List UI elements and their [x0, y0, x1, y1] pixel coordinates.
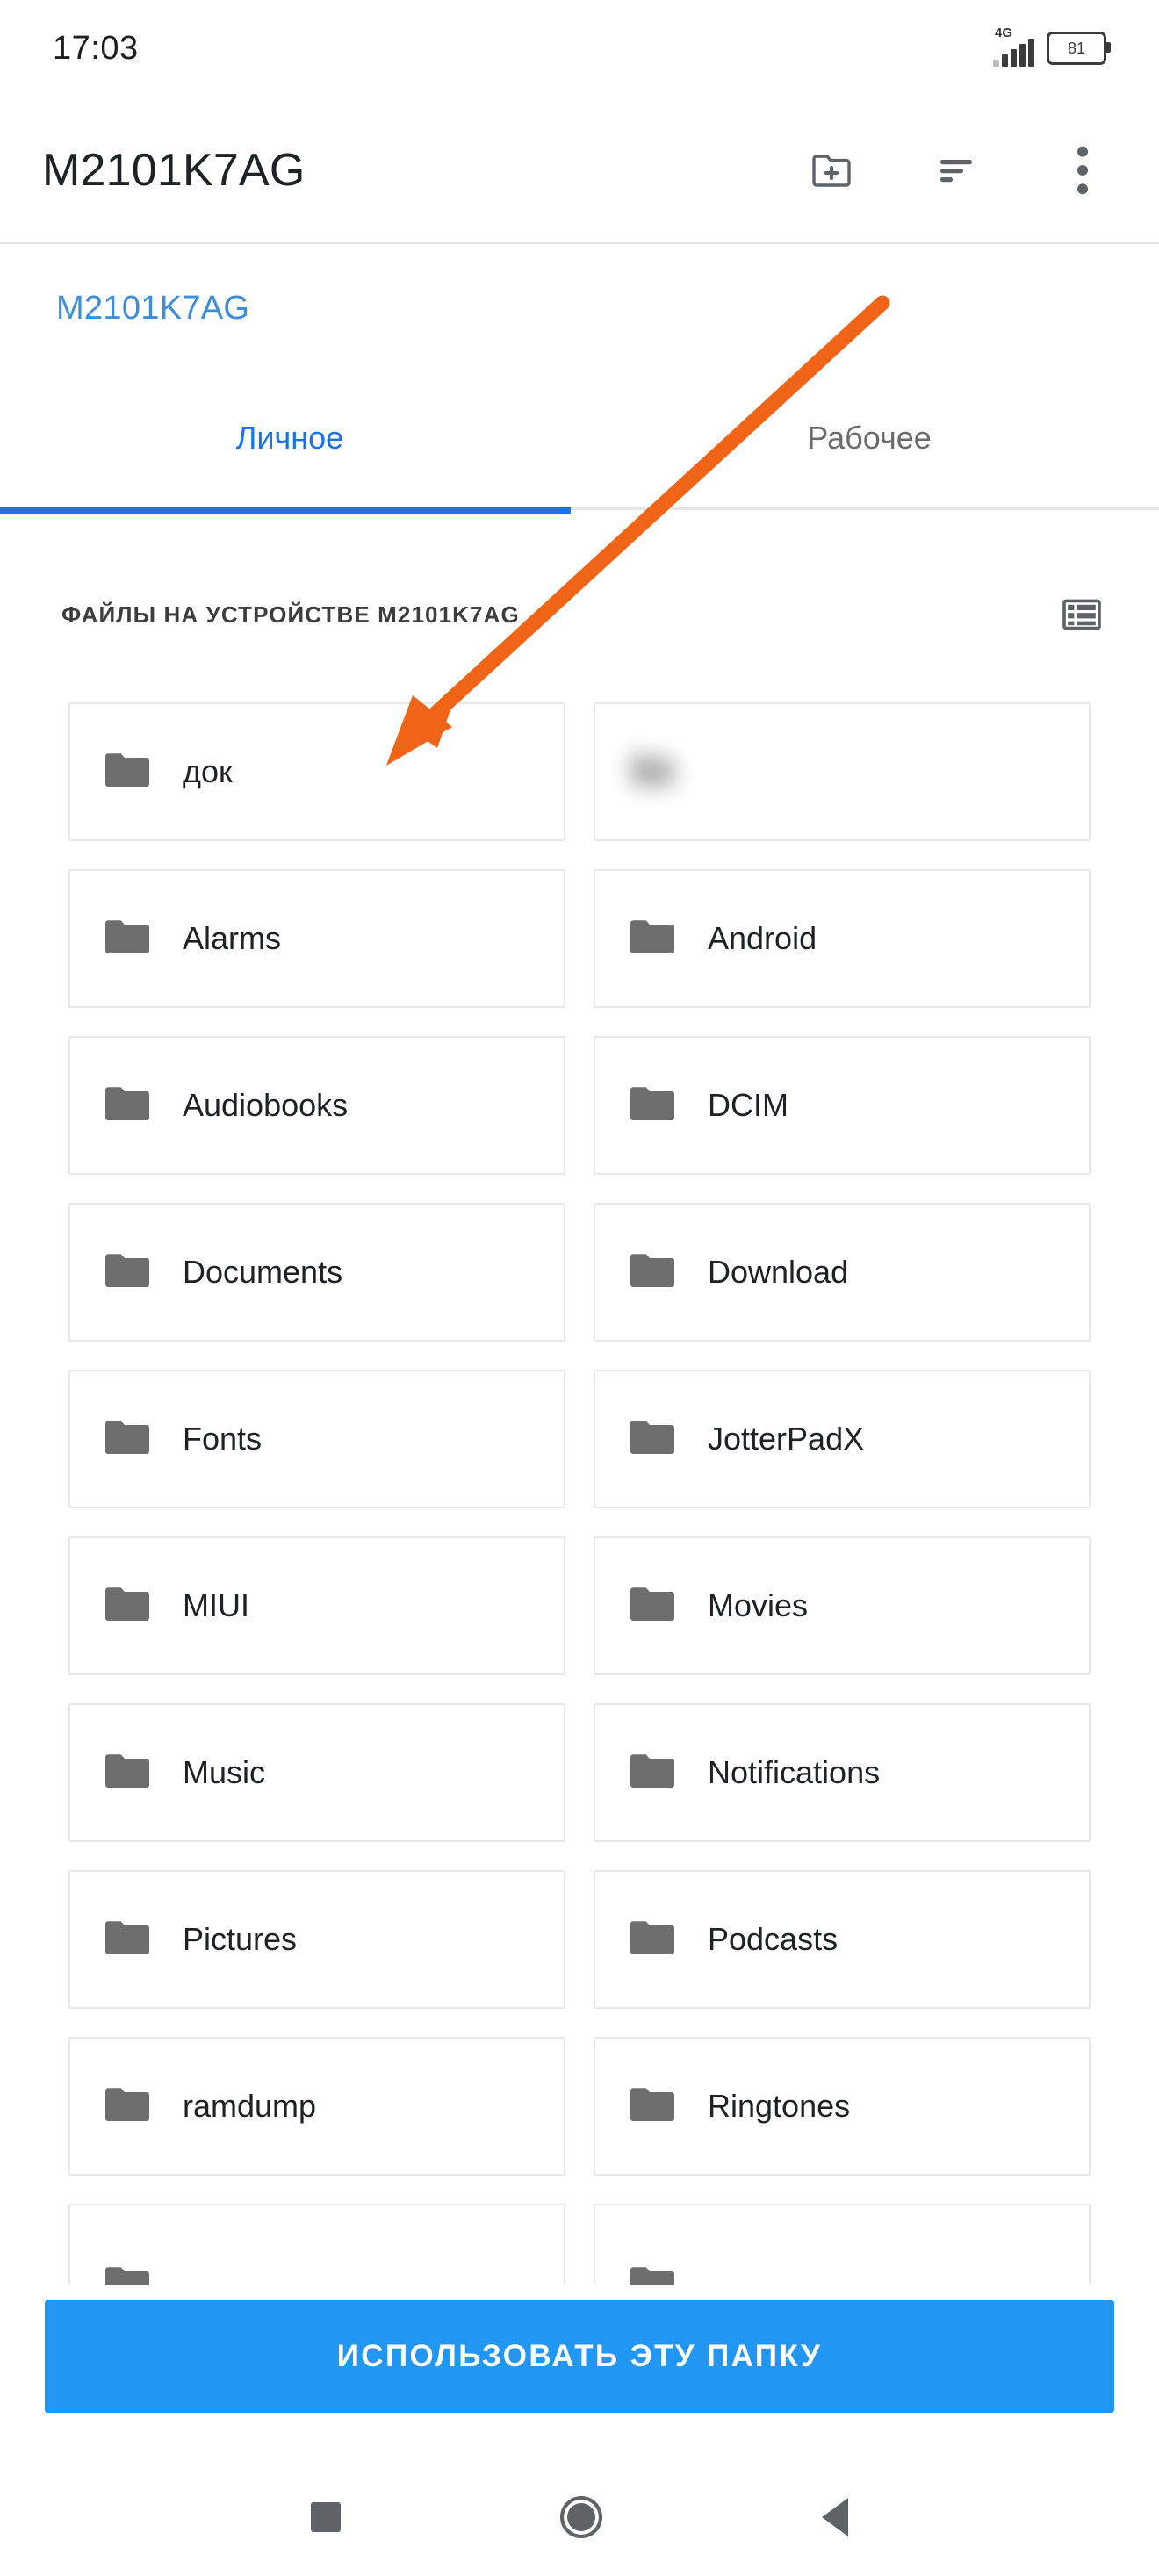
- folder-icon: [104, 1251, 151, 1294]
- folder-card[interactable]: Podcasts: [594, 1870, 1091, 2009]
- folder-icon: [629, 2085, 676, 2128]
- folder-icon: [104, 2085, 151, 2128]
- folder-icon: [104, 1918, 151, 1961]
- folder-name: Podcasts: [708, 1921, 839, 1957]
- signal-bars-glyph: [993, 39, 1034, 67]
- folder-name: Android: [708, 920, 817, 956]
- app-bar-actions: [804, 141, 1112, 199]
- app-bar: M2101K7AG: [0, 97, 1159, 243]
- recent-apps-icon[interactable]: [311, 2502, 341, 2532]
- folder-grid: док Alarms Android Audiobooks DCIM Docum…: [68, 702, 1091, 2285]
- folder-icon: [629, 1418, 676, 1461]
- list-view-icon[interactable]: [1055, 589, 1108, 640]
- tab-personal[interactable]: Личное: [0, 413, 580, 509]
- folder-icon: [104, 751, 151, 794]
- folder-icon: [104, 1752, 151, 1795]
- folder-card[interactable]: Android: [594, 869, 1091, 1008]
- folder-name: Notifications: [708, 1754, 881, 1790]
- tab-work[interactable]: Рабочее: [580, 413, 1159, 509]
- folder-name: MIUI: [183, 1587, 249, 1623]
- section-title: ФАЙЛЫ НА УСТРОЙСТВЕ M2101K7AG: [61, 601, 520, 628]
- folder-card[interactable]: Pictures: [68, 1870, 565, 2009]
- app-bar-divider: [0, 242, 1159, 244]
- folder-icon: [104, 1585, 151, 1628]
- folder-card[interactable]: Notifications: [594, 1703, 1091, 1842]
- sort-icon[interactable]: [929, 141, 987, 199]
- folder-icon: [629, 751, 676, 794]
- folder-card[interactable]: DCIM: [594, 1036, 1091, 1175]
- folder-name: Alarms: [183, 920, 282, 956]
- folder-card[interactable]: Download: [594, 1203, 1091, 1342]
- folder-name: Documents: [183, 1254, 343, 1290]
- breadcrumb[interactable]: M2101K7AG: [56, 290, 249, 327]
- folder-card[interactable]: Documents: [68, 1203, 565, 1342]
- folder-card[interactable]: Movies: [594, 1536, 1091, 1675]
- create-folder-icon[interactable]: [804, 141, 862, 199]
- folder-icon: [629, 1752, 676, 1795]
- folder-icon: [629, 1585, 676, 1628]
- use-this-folder-button[interactable]: ИСПОЛЬЗОВАТЬ ЭТУ ПАПКУ: [45, 2300, 1114, 2413]
- folder-icon: [104, 1084, 151, 1127]
- folder-icon: [629, 917, 676, 961]
- folder-card[interactable]: Audiobooks: [68, 1036, 565, 1175]
- folder-name: док: [183, 753, 233, 789]
- status-indicators: 4G 81: [993, 26, 1111, 67]
- folder-icon: [629, 1918, 676, 1961]
- folder-card[interactable]: Fonts: [68, 1370, 565, 1508]
- battery-level-label: 81: [1067, 40, 1086, 57]
- folder-card[interactable]: Ringtones: [594, 2037, 1091, 2176]
- folder-card[interactable]: ramdump: [68, 2037, 565, 2176]
- folder-card-redacted[interactable]: [594, 702, 1091, 841]
- more-options-icon[interactable]: [1054, 141, 1112, 199]
- folder-icon: [104, 1418, 151, 1461]
- folder-card-partial[interactable]: [68, 2204, 565, 2285]
- folder-name: ramdump: [183, 2088, 317, 2124]
- folder-name: Pictures: [183, 1921, 298, 1957]
- folder-card[interactable]: Music: [68, 1703, 565, 1842]
- folder-name: Audiobooks: [183, 1087, 349, 1123]
- folder-card[interactable]: MIUI: [68, 1536, 565, 1675]
- page-title: M2101K7AG: [42, 144, 306, 196]
- folder-card[interactable]: JotterPadX: [594, 1370, 1091, 1508]
- bottom-action-bar: ИСПОЛЬЗОВАТЬ ЭТУ ПАПКУ: [0, 2300, 1159, 2458]
- folder-card-partial[interactable]: [594, 2204, 1091, 2285]
- folder-icon: [629, 2264, 676, 2285]
- status-time: 17:03: [53, 29, 139, 67]
- folder-name: Music: [183, 1754, 266, 1790]
- folder-icon: [629, 1251, 676, 1294]
- folder-icon: [104, 2264, 151, 2285]
- battery-icon: 81: [1047, 32, 1111, 65]
- tab-bar: Личное Рабочее: [0, 413, 1159, 509]
- tab-active-indicator: [0, 507, 571, 514]
- section-header: ФАЙЛЫ НА УСТРОЙСТВЕ M2101K7AG: [0, 588, 1159, 641]
- folder-icon: [629, 1084, 676, 1127]
- folder-name: [708, 734, 997, 809]
- folder-name: Ringtones: [708, 2088, 851, 2124]
- folder-card[interactable]: док: [68, 702, 565, 841]
- signal-bars-icon: 4G: [993, 26, 1034, 67]
- network-type-label: 4G: [995, 25, 1013, 40]
- system-nav-bar: [0, 2458, 1159, 2576]
- back-icon[interactable]: [822, 2498, 848, 2536]
- status-bar: 17:03 4G 81: [0, 0, 1159, 97]
- home-icon[interactable]: [560, 2496, 602, 2538]
- folder-name: Download: [708, 1254, 849, 1290]
- folder-name: JotterPadX: [708, 1421, 865, 1457]
- folder-name: DCIM: [708, 1087, 788, 1123]
- folder-name: Fonts: [183, 1421, 263, 1457]
- folder-card[interactable]: Alarms: [68, 869, 565, 1008]
- folder-icon: [104, 917, 151, 961]
- folder-name: Movies: [708, 1587, 809, 1623]
